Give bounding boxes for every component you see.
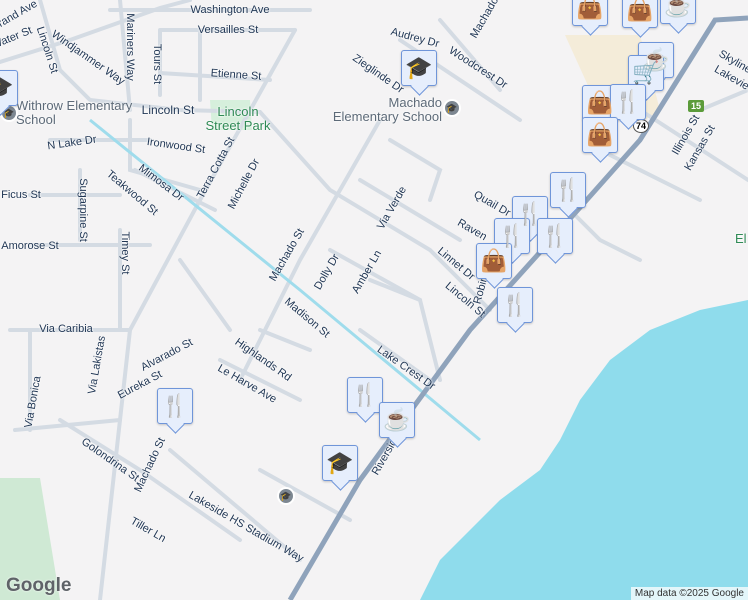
fork-knife-icon: 🍴 [554,177,582,202]
google-logo[interactable]: Google [6,575,71,597]
shopping-bag-icon: 👜 [626,0,654,22]
shop-marker[interactable]: 👜 [622,0,658,28]
school-marker[interactable]: 🎓 [0,70,18,106]
school-icon: 🎓 [0,75,14,101]
school-poi-icon[interactable]: 🎓 [277,487,295,505]
shopping-bag-icon: 👜 [586,122,614,147]
school-marker[interactable]: 🎓 [322,445,358,481]
place-label-withrow[interactable]: Withrow Elementary School [16,99,136,127]
fork-knife-icon: 🍴 [501,292,529,317]
water-lake [420,300,748,600]
street-label: Sugarpine St [77,178,89,242]
fork-knife-icon: 🍴 [351,382,379,407]
school-icon: 🎓 [326,450,354,475]
street-label: Mariners Way [124,13,136,81]
shop-marker[interactable]: 👜 [582,85,618,121]
shopping-bag-icon: 👜 [586,90,614,115]
restaurant-marker[interactable]: 🍴 [157,388,193,424]
shopping-cart-icon: 🛒 [632,60,660,85]
shop-marker[interactable]: 👜 [572,0,608,26]
map-attribution[interactable]: Map data ©2025 Google [630,587,748,600]
place-label-park[interactable]: Lincoln Street Park [200,105,276,133]
street-label: Timey St [119,231,131,275]
street-label: Via Caribia [39,323,93,335]
interstate-15-shield: 15 [688,100,705,112]
school-marker[interactable]: 🎓 [401,50,437,86]
shop-marker[interactable]: 👜 [476,243,512,279]
shopping-bag-icon: 👜 [576,0,604,20]
restaurant-marker[interactable]: 🍴 [497,287,533,323]
school-poi-icon[interactable]: 🎓 [443,99,461,117]
restaurant-marker[interactable]: 🍴 [550,172,586,208]
fork-knife-icon: 🍴 [614,89,642,114]
place-label-machado[interactable]: Machado Elementary School [322,96,442,124]
coffee-cup-icon: ☕ [664,0,692,18]
street-label: Washington Ave [190,4,270,16]
cafe-marker[interactable]: ☕ [660,0,696,24]
street-label: Amorose St [1,240,59,252]
restaurant-marker[interactable]: 🍴 [610,84,646,120]
shopping-bag-icon: 👜 [480,248,508,273]
fork-knife-icon: 🍴 [498,223,526,248]
restaurant-marker[interactable]: 🍴 [537,218,573,254]
cafe-marker[interactable]: ☕ [379,402,415,438]
shop-marker[interactable]: 👜 [582,117,618,153]
street-label: Ficus St [1,189,41,201]
restaurant-marker[interactable]: 🍴 [347,377,383,413]
street-label: Lincoln St [141,103,195,117]
fork-knife-icon: 🍴 [541,223,569,248]
place-label-el[interactable]: El [735,232,747,246]
fork-knife-icon: 🍴 [161,393,189,418]
street-label: Versailles St [197,24,259,36]
street-label: Tours St [151,43,163,85]
grocery-marker[interactable]: 🛒 [628,55,664,91]
school-icon: 🎓 [405,55,433,80]
coffee-cup-icon: ☕ [383,407,411,432]
